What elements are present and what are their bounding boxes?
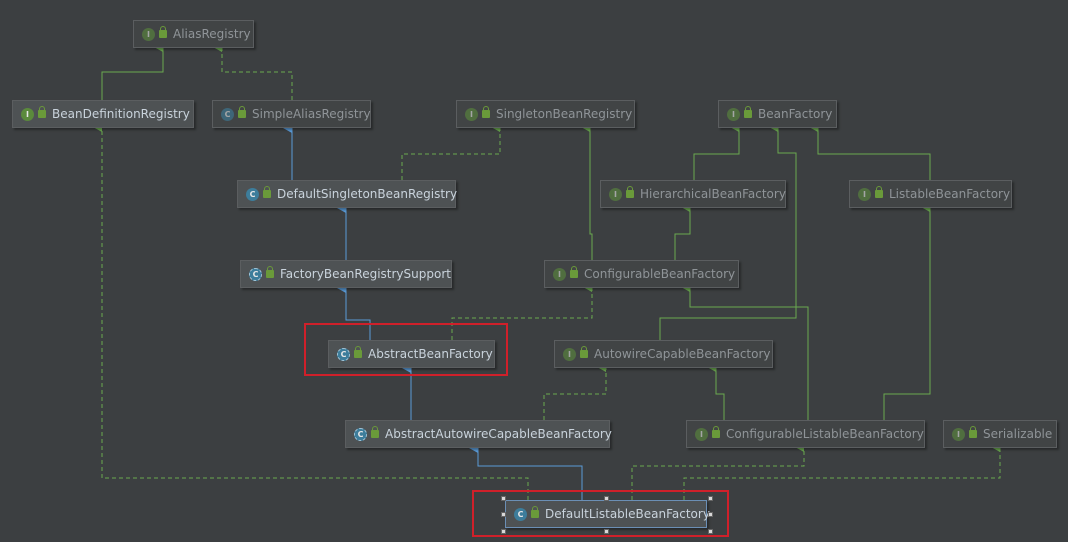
interface-icon: I bbox=[21, 107, 34, 121]
interface-icon: I bbox=[553, 267, 566, 281]
class-icon: C bbox=[514, 507, 527, 521]
interface-icon: I bbox=[695, 427, 708, 441]
public-visibility-icon bbox=[744, 106, 752, 118]
edge-lbf-to-bf bbox=[809, 122, 931, 180]
uml-node-label: ListableBeanFactory bbox=[889, 187, 1011, 201]
interface-icon: I bbox=[563, 347, 576, 361]
uml-node-label: Serializable bbox=[983, 427, 1053, 441]
selection-handle[interactable] bbox=[501, 529, 506, 534]
public-visibility-icon bbox=[482, 106, 490, 118]
uml-node-default-listable-bean-factory[interactable]: C DefaultListableBeanFactory bbox=[505, 500, 710, 528]
class-icon: C bbox=[246, 187, 259, 201]
interface-icon: I bbox=[858, 187, 871, 201]
public-visibility-icon bbox=[570, 266, 578, 278]
uml-node-label: AutowireCapableBeanFactory bbox=[594, 347, 771, 361]
interface-icon: I bbox=[465, 107, 478, 121]
uml-node-label: ConfigurableBeanFactory bbox=[584, 267, 736, 281]
uml-node-default-singleton-bean-registry[interactable]: C DefaultSingletonBeanRegistry bbox=[237, 180, 458, 208]
selection-handle[interactable] bbox=[501, 496, 506, 501]
uml-node-label: SingletonBeanRegistry bbox=[496, 107, 633, 121]
uml-node-label: AbstractBeanFactory bbox=[368, 347, 493, 361]
public-visibility-icon bbox=[266, 266, 274, 278]
uml-node-label: DefaultListableBeanFactory bbox=[545, 507, 710, 521]
abstract-class-icon: C bbox=[337, 347, 350, 361]
public-visibility-icon bbox=[580, 346, 588, 358]
uml-node-label: BeanFactory bbox=[758, 107, 833, 121]
uml-node-configurable-listable-bean-factory[interactable]: I ConfigurableListableBeanFactory bbox=[686, 420, 925, 448]
edge-bdr-to-alias bbox=[101, 42, 164, 100]
selection-handle[interactable] bbox=[604, 529, 609, 534]
uml-node-hierarchical-bean-factory[interactable]: I HierarchicalBeanFactory bbox=[600, 180, 786, 208]
public-visibility-icon bbox=[875, 186, 883, 198]
edge-dlbf-to-serializable bbox=[683, 442, 1001, 500]
edge-dsbr-to-sbr bbox=[401, 122, 501, 180]
edge-aacbf-to-acbf bbox=[543, 362, 607, 420]
public-visibility-icon bbox=[38, 106, 46, 118]
selection-handle[interactable] bbox=[604, 496, 609, 501]
edge-clbf-to-lbf bbox=[883, 202, 931, 420]
uml-node-simple-alias-registry[interactable]: C SimpleAliasRegistry bbox=[212, 100, 371, 128]
uml-node-label: HierarchicalBeanFactory bbox=[640, 187, 786, 201]
uml-diagram-canvas[interactable]: I AliasRegistry I BeanDefinitionRegistry C Si… bbox=[0, 0, 1068, 542]
selection-handle[interactable] bbox=[708, 496, 713, 501]
edge-cbf-to-sbr bbox=[581, 122, 593, 260]
public-visibility-icon bbox=[354, 346, 362, 358]
interface-icon: I bbox=[952, 427, 965, 441]
uml-node-label: SimpleAliasRegistry bbox=[252, 107, 371, 121]
class-icon: C bbox=[221, 107, 234, 121]
uml-node-configurable-bean-factory[interactable]: I ConfigurableBeanFactory bbox=[544, 260, 739, 288]
interface-icon: I bbox=[609, 187, 622, 201]
uml-node-bean-definition-registry[interactable]: I BeanDefinitionRegistry bbox=[12, 100, 194, 128]
selection-handle[interactable] bbox=[501, 512, 506, 517]
uml-node-singleton-bean-registry[interactable]: I SingletonBeanRegistry bbox=[456, 100, 635, 128]
edge-hbf-to-bf bbox=[693, 122, 740, 180]
uml-node-label: BeanDefinitionRegistry bbox=[52, 107, 190, 121]
uml-node-abstract-bean-factory[interactable]: C AbstractBeanFactory bbox=[328, 340, 495, 368]
uml-node-label: AliasRegistry bbox=[173, 27, 251, 41]
uml-node-autowire-capable-bean-factory[interactable]: I AutowireCapableBeanFactory bbox=[554, 340, 773, 368]
uml-node-label: DefaultSingletonBeanRegistry bbox=[277, 187, 458, 201]
uml-node-abstract-autowire-capable-bean-factory[interactable]: C AbstractAutowireCapableBeanFactory bbox=[345, 420, 612, 448]
uml-node-bean-factory[interactable]: I BeanFactory bbox=[718, 100, 837, 128]
abstract-class-icon: C bbox=[249, 267, 262, 281]
interface-icon: I bbox=[142, 27, 155, 41]
uml-node-label: FactoryBeanRegistrySupport bbox=[280, 267, 451, 281]
public-visibility-icon bbox=[531, 506, 539, 518]
selection-handle[interactable] bbox=[708, 529, 713, 534]
uml-node-alias-registry[interactable]: I AliasRegistry bbox=[133, 20, 254, 48]
uml-node-label: ConfigurableListableBeanFactory bbox=[726, 427, 924, 441]
public-visibility-icon bbox=[263, 186, 271, 198]
uml-node-factory-bean-registry-support[interactable]: C FactoryBeanRegistrySupport bbox=[240, 260, 452, 288]
public-visibility-icon bbox=[238, 106, 246, 118]
uml-node-listable-bean-factory[interactable]: I ListableBeanFactory bbox=[849, 180, 1012, 208]
public-visibility-icon bbox=[626, 186, 634, 198]
public-visibility-icon bbox=[969, 426, 977, 438]
edge-cbf-to-hbf bbox=[674, 202, 691, 260]
uml-node-label: AbstractAutowireCapableBeanFactory bbox=[385, 427, 612, 441]
edge-clbf-to-acbf bbox=[707, 362, 725, 420]
selection-handle[interactable] bbox=[708, 512, 713, 517]
interface-icon: I bbox=[727, 107, 740, 121]
edge-sar-to-alias bbox=[213, 42, 293, 100]
public-visibility-icon bbox=[371, 426, 379, 438]
uml-node-serializable[interactable]: I Serializable bbox=[943, 420, 1057, 448]
public-visibility-icon bbox=[159, 26, 167, 38]
public-visibility-icon bbox=[712, 426, 720, 438]
relationship-edges bbox=[93, 42, 1001, 500]
abstract-class-icon: C bbox=[354, 427, 367, 441]
